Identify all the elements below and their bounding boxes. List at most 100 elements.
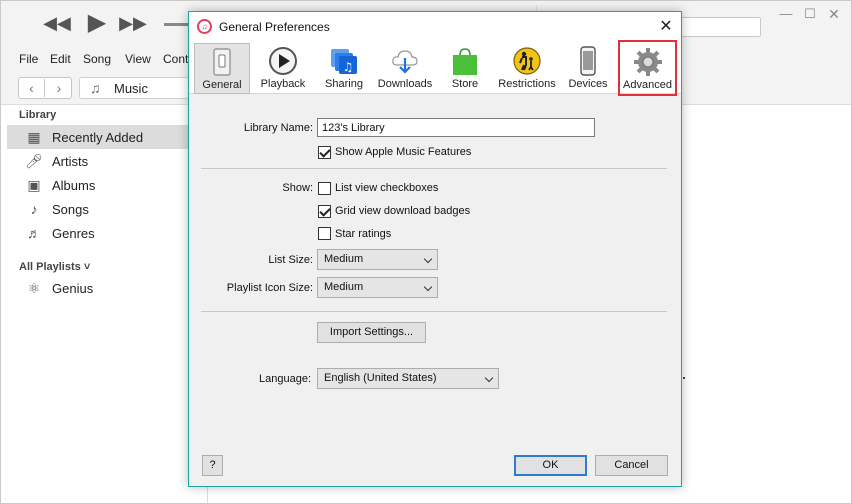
sidebar-item-songs[interactable]: ♪ Songs	[7, 197, 207, 221]
tab-label: Store	[451, 78, 479, 90]
show-apple-music-label: Show Apple Music Features	[335, 146, 472, 158]
svg-text:♫: ♫	[343, 60, 354, 74]
show-label: Show:	[282, 182, 313, 194]
star-ratings-checkbox[interactable]	[318, 227, 331, 240]
atom-icon: ⚛	[27, 280, 41, 296]
dialog-titlebar: ♫ General Preferences ✕	[189, 12, 681, 42]
list-size-value: Medium	[324, 253, 364, 265]
library-name-field[interactable]	[317, 118, 595, 137]
sidebar-item-label: Recently Added	[52, 130, 144, 145]
ok-button[interactable]: OK	[514, 455, 587, 476]
grid-icon: ▦	[27, 129, 41, 145]
history-nav: ‹ ›	[18, 77, 72, 99]
list-size-label: List Size:	[268, 254, 313, 266]
tab-playback[interactable]: Playback	[255, 43, 311, 94]
sidebar-item-label: Songs	[52, 202, 89, 217]
language-label: Language:	[259, 373, 311, 385]
chevron-down-icon	[423, 282, 433, 292]
language-select[interactable]: English (United States)	[317, 368, 499, 389]
tab-store[interactable]: Store	[439, 43, 491, 94]
maximize-icon[interactable]: ☐	[800, 6, 820, 22]
separator	[201, 311, 667, 312]
star-ratings-label: Star ratings	[335, 228, 392, 240]
menu-edit[interactable]: Edit	[50, 52, 71, 66]
menu-song[interactable]: Song	[83, 52, 111, 66]
preferences-dialog: ♫ General Preferences ✕ General Playback	[188, 11, 682, 487]
sidebar-item-label: Albums	[52, 178, 96, 193]
menu-view[interactable]: View	[125, 52, 151, 66]
album-icon: ▣	[27, 177, 41, 193]
fast-forward-icon[interactable]: ▶▶	[119, 11, 147, 35]
gear-icon	[633, 48, 662, 76]
sidebar-item-label: Genres	[52, 226, 95, 241]
grid-view-download-badges-label: Grid view download badges	[335, 205, 471, 217]
media-picker-label: Music	[114, 81, 148, 96]
guitar-icon: ♬	[27, 225, 41, 241]
cloud-download-icon	[392, 50, 418, 74]
note-icon: ♪	[30, 201, 38, 217]
tab-label: General	[202, 79, 242, 91]
preferences-toolbar: General Playback ♫ Sharing Downloads Sto…	[189, 40, 681, 96]
media-picker[interactable]: ♫ Music	[79, 77, 189, 99]
tab-restrictions[interactable]: Restrictions	[495, 43, 559, 94]
cancel-button[interactable]: Cancel	[595, 455, 668, 476]
tab-label: Devices	[568, 78, 608, 90]
sidebar-item-genius[interactable]: ⚛ Genius	[7, 276, 207, 300]
shopping-bag-icon	[453, 48, 477, 75]
sharing-icon: ♫	[331, 49, 357, 74]
sidebar-item-albums[interactable]: ▣ Albums	[7, 173, 207, 197]
phone-icon	[580, 46, 596, 76]
dialog-title: General Preferences	[219, 20, 330, 34]
tab-label: Downloads	[377, 78, 433, 90]
list-view-checkboxes-label: List view checkboxes	[335, 182, 439, 194]
language-value: English (United States)	[324, 372, 437, 384]
sidebar-item-label: Genius	[52, 281, 94, 296]
tab-label: Advanced	[623, 79, 672, 91]
sidebar-item-genres[interactable]: ♬ Genres	[7, 221, 207, 245]
sidebar-item-label: Artists	[52, 154, 89, 169]
tab-label: Restrictions	[498, 78, 556, 90]
tab-advanced[interactable]: Advanced	[618, 40, 677, 96]
forward-arrow-icon[interactable]: ›	[46, 79, 72, 97]
close-window-icon[interactable]: ✕	[824, 6, 844, 23]
parental-icon	[513, 47, 541, 75]
chevron-down-icon: ˅	[83, 261, 91, 273]
tab-sharing[interactable]: ♫ Sharing	[316, 43, 372, 94]
list-view-checkboxes-checkbox[interactable]	[318, 182, 331, 195]
all-playlists-heading[interactable]: All Playlists ˅	[19, 261, 90, 273]
itunes-app-icon: ♫	[197, 19, 212, 34]
playlist-icon-size-label: Playlist Icon Size:	[226, 282, 313, 294]
chevron-down-icon	[484, 373, 494, 383]
tab-label: Playback	[260, 78, 306, 90]
tab-downloads[interactable]: Downloads	[376, 43, 434, 94]
sidebar-item-artists[interactable]: 🎤︎ Artists	[7, 149, 207, 173]
library-name-label: Library Name:	[243, 122, 313, 134]
sidebar-item-recently-added[interactable]: ▦ Recently Added	[7, 125, 207, 149]
play-icon	[269, 47, 297, 75]
chevron-down-icon	[423, 254, 433, 264]
play-icon[interactable]: ▶	[83, 11, 111, 35]
music-note-icon: ♫	[90, 80, 101, 96]
tab-general[interactable]: General	[194, 43, 250, 94]
separator	[201, 168, 667, 169]
playlist-icon-size-select[interactable]: Medium	[317, 277, 438, 298]
list-size-select[interactable]: Medium	[317, 249, 438, 270]
all-playlists-label: All Playlists	[19, 261, 81, 273]
cursor-dot	[683, 377, 685, 379]
menu-file[interactable]: File	[19, 52, 38, 66]
tab-devices[interactable]: Devices	[563, 43, 613, 94]
tab-label: Sharing	[325, 78, 363, 90]
microphone-icon: 🎤︎	[25, 153, 43, 169]
menu-controls[interactable]: Cont	[163, 52, 188, 66]
close-icon[interactable]: ✕	[657, 16, 675, 36]
minimize-icon[interactable]: —	[776, 6, 796, 21]
import-settings-button[interactable]: Import Settings...	[317, 322, 426, 343]
playlist-icon-size-value: Medium	[324, 281, 364, 293]
help-button[interactable]: ?	[202, 455, 223, 476]
rewind-icon[interactable]: ◀◀	[43, 11, 71, 35]
back-arrow-icon[interactable]: ‹	[19, 79, 45, 97]
switch-icon	[213, 48, 231, 76]
volume-slider[interactable]	[164, 23, 190, 26]
grid-view-download-badges-checkbox[interactable]	[318, 205, 331, 218]
show-apple-music-checkbox[interactable]	[318, 146, 331, 159]
